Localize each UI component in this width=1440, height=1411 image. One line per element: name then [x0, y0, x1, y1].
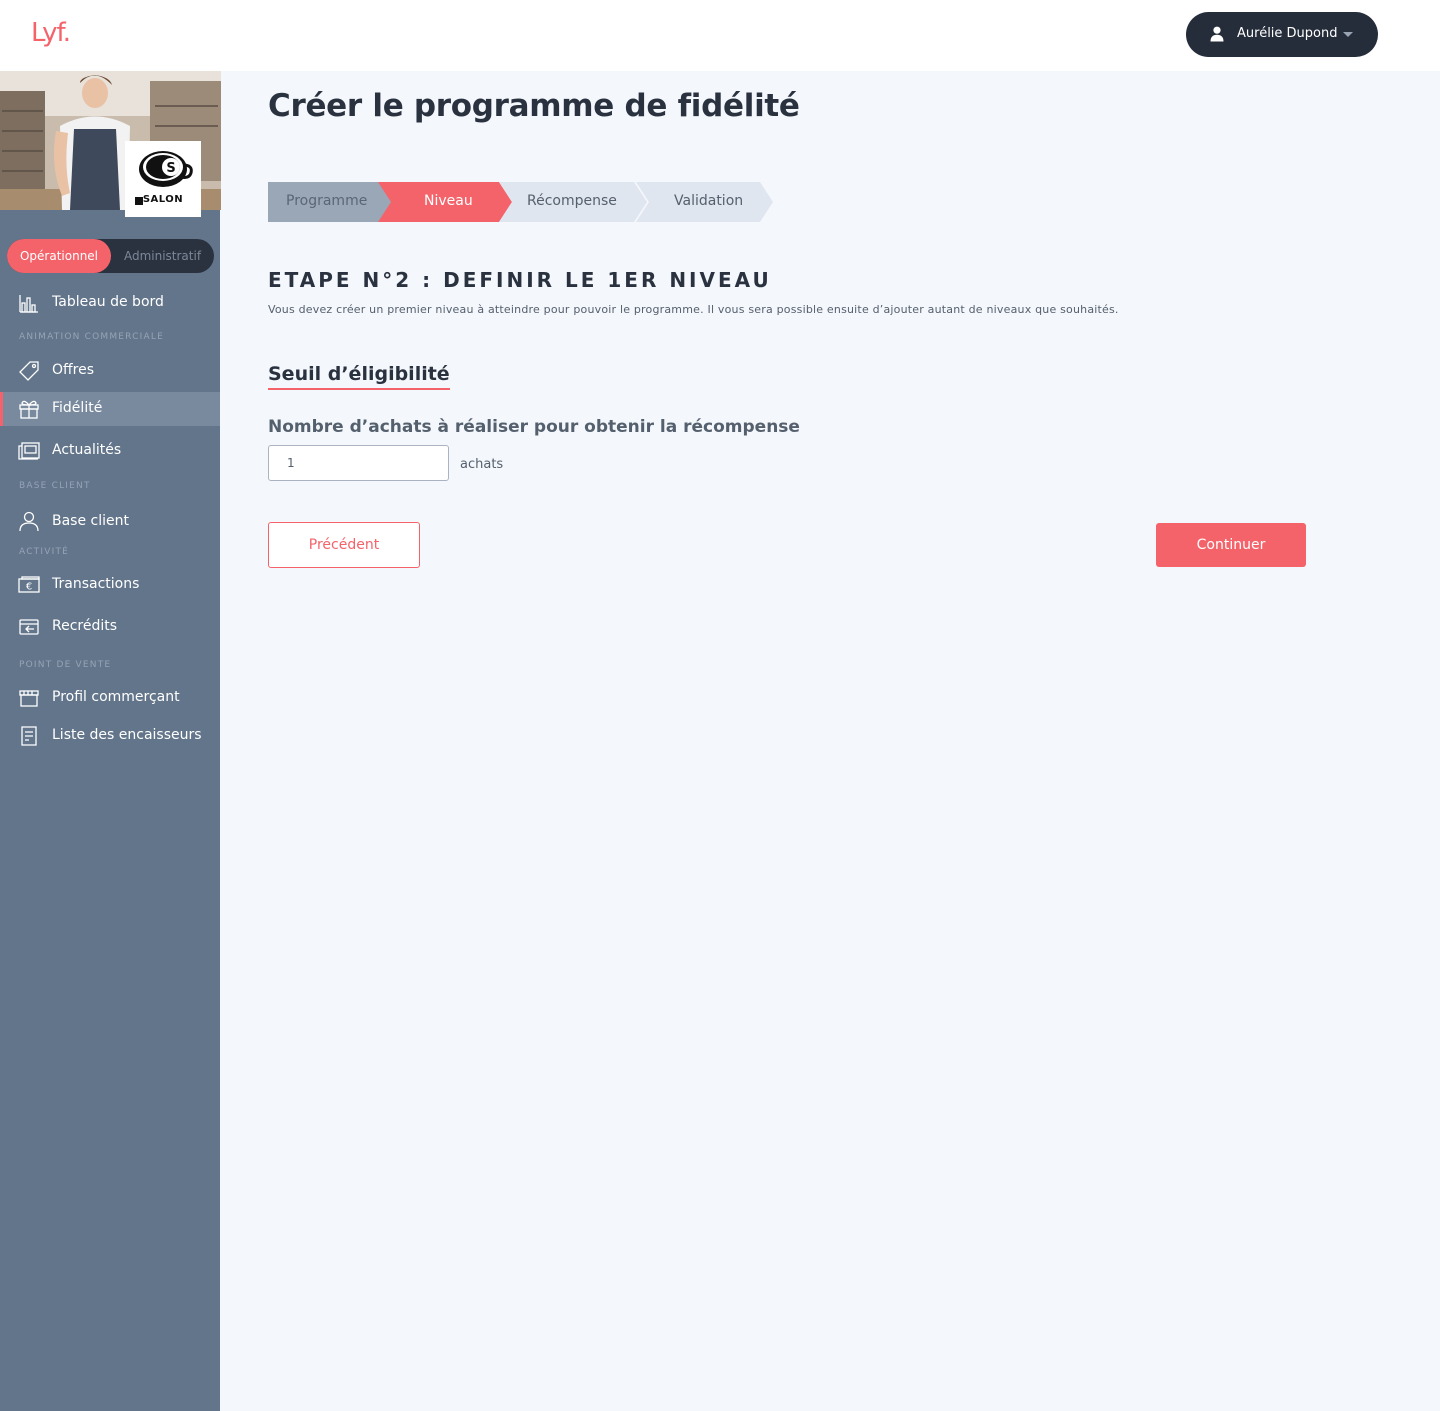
purchase-count-label: Nombre d’achats à réaliser pour obtenir …: [268, 417, 800, 437]
mode-toggle[interactable]: Opérationnel Administratif: [7, 239, 214, 273]
sidebar-item-label: Base client: [52, 513, 129, 529]
sidebar-item-label: Offres: [52, 362, 95, 378]
coffee-cup-icon: S: [135, 151, 193, 205]
gift-icon: [19, 400, 39, 419]
sidebar-item-label: Liste des encaisseurs: [52, 727, 202, 743]
step-niveau[interactable]: Niveau: [378, 182, 513, 222]
sidebar-item-tableau-de-bord[interactable]: Tableau de bord: [0, 286, 220, 320]
section-title-seuil: Seuil d’éligibilité: [268, 363, 450, 390]
section-label-base-client: BASE CLIENT: [19, 481, 91, 491]
step-programme[interactable]: Programme: [268, 182, 393, 222]
user-name: Aurélie Dupond: [1237, 26, 1338, 41]
step-recompense[interactable]: Récompense: [499, 182, 649, 222]
step-label: Programme: [286, 193, 368, 209]
previous-button[interactable]: Précédent: [268, 522, 420, 568]
store-logo: S SALON: [125, 141, 201, 217]
page-title: Créer le programme de fidélité: [268, 88, 800, 124]
chart-bar-icon: [19, 295, 38, 313]
news-icon: [18, 442, 40, 460]
mode-operationnel[interactable]: Opérationnel: [7, 239, 111, 273]
sidebar-item-liste-encaisseurs[interactable]: Liste des encaisseurs: [0, 719, 220, 753]
user-menu-button[interactable]: Aurélie Dupond: [1186, 12, 1378, 57]
purchase-count-input[interactable]: [268, 445, 449, 481]
mode-administratif[interactable]: Administratif: [111, 239, 214, 273]
refund-icon: [19, 619, 39, 635]
sidebar-item-fidelite[interactable]: Fidélité: [0, 392, 220, 426]
sidebar-item-label: Transactions: [52, 576, 140, 592]
sidebar-item-base-client[interactable]: Base client: [0, 505, 220, 539]
step-heading: ETAPE N°2 : DEFINIR LE 1ER NIVEAU: [268, 268, 772, 292]
section-label-animation: ANIMATION COMMERCIALE: [19, 332, 164, 342]
sidebar-item-transactions[interactable]: € Transactions: [0, 568, 220, 602]
sidebar: S SALON Opérationnel Administratif Table…: [0, 71, 221, 1411]
top-header: Lyf. Aurélie Dupond: [0, 0, 1440, 71]
sidebar-item-label: Actualités: [52, 442, 122, 458]
sidebar-item-profil-commercant[interactable]: Profil commerçant: [0, 681, 220, 715]
caret-down-icon: [1343, 32, 1353, 37]
svg-text:€: €: [26, 582, 32, 593]
section-label-point-de-vente: POINT DE VENTE: [19, 660, 112, 670]
lyf-logo[interactable]: Lyf.: [31, 18, 71, 48]
document-icon: [21, 726, 37, 746]
euro-note-icon: €: [18, 576, 40, 593]
sidebar-item-label: Profil commerçant: [52, 689, 180, 705]
step-label: Niveau: [424, 193, 473, 209]
storefront-icon: [19, 690, 39, 707]
step-label: Validation: [674, 193, 744, 209]
user-icon: [1210, 26, 1224, 42]
person-icon: [19, 511, 39, 532]
tag-icon: [19, 361, 39, 381]
sidebar-item-label: Fidélité: [52, 400, 103, 416]
svg-text:S: S: [166, 161, 175, 176]
progress-stepper: Programme Niveau Récompense Validation: [268, 182, 788, 222]
step-description: Vous devez créer un premier niveau à att…: [268, 303, 1119, 316]
purchase-count-unit: achats: [460, 457, 504, 472]
continue-button[interactable]: Continuer: [1156, 523, 1306, 567]
sidebar-item-label: Recrédits: [52, 618, 118, 634]
step-validation[interactable]: Validation: [636, 182, 776, 222]
store-name: SALON: [142, 194, 184, 205]
step-label: Récompense: [527, 193, 617, 209]
sidebar-item-label: Tableau de bord: [52, 294, 164, 310]
sidebar-item-actualites[interactable]: Actualités: [0, 434, 220, 468]
section-label-activite: ACTIVITÉ: [19, 547, 70, 557]
sidebar-item-offres[interactable]: Offres: [0, 354, 220, 388]
sidebar-item-recredits[interactable]: Recrédits: [0, 610, 220, 644]
